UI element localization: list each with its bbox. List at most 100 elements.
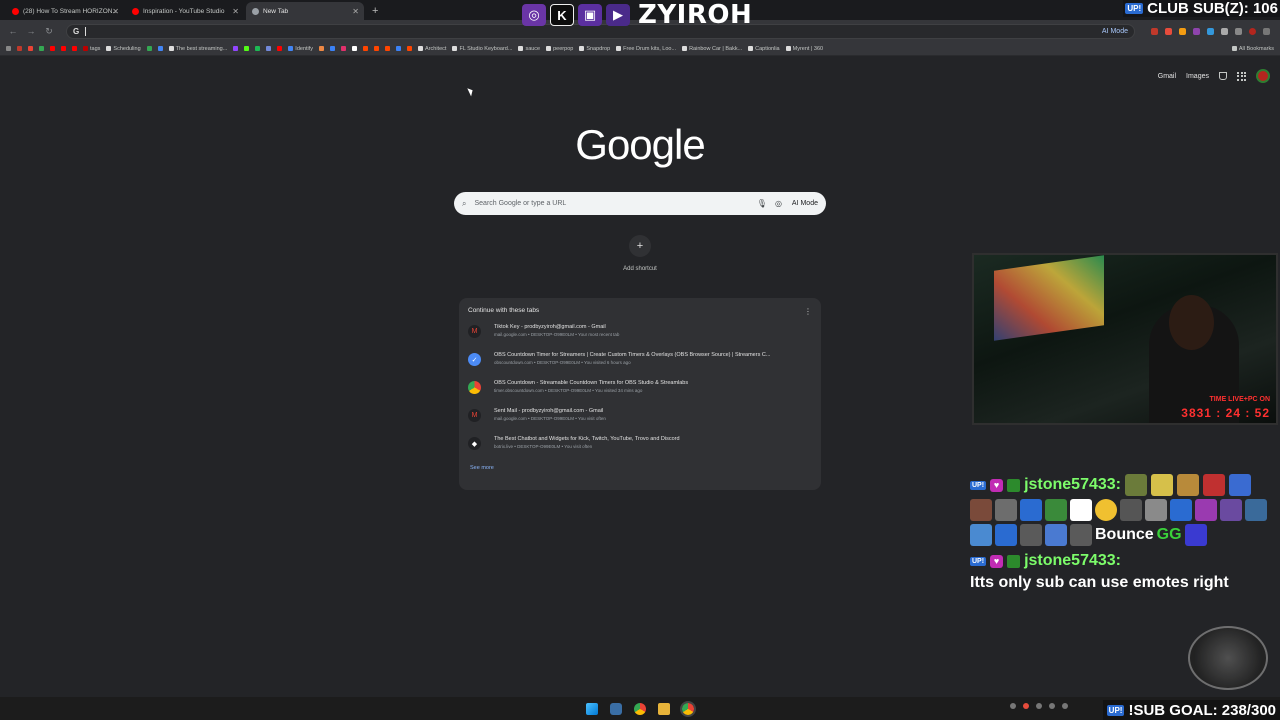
list-item[interactable]: ✓ OBS Countdown Timer for Streamers | Cr… [468, 352, 812, 380]
bookmark-label: The best streaming... [175, 45, 228, 52]
bookmark[interactable]: The best streaming... [168, 45, 228, 52]
bookmark-icon [146, 46, 152, 51]
all-bookmarks[interactable]: All Bookmarks [1231, 46, 1274, 52]
bookmark[interactable] [363, 46, 369, 51]
bookmark[interactable] [266, 46, 272, 51]
bookmark[interactable] [244, 46, 250, 51]
bookmark[interactable]: Free Drum kits, Loo... [616, 46, 676, 52]
globe-icon [518, 46, 524, 51]
close-icon[interactable]: ✕ [352, 7, 359, 16]
list-item[interactable]: M Tiktok Key - prodbyzyiroh@gmail.com - … [468, 324, 812, 352]
lens-icon[interactable]: ◎ [775, 199, 782, 208]
bookmark[interactable] [277, 46, 283, 51]
extension-icon[interactable] [1151, 27, 1158, 35]
labs-icon[interactable] [1219, 72, 1227, 80]
forward-icon[interactable]: → [24, 24, 38, 38]
tab-3[interactable]: New Tab ✕ [246, 2, 364, 20]
bookmark[interactable]: tags [83, 46, 100, 52]
new-tab-button[interactable]: + [372, 2, 378, 20]
task-view-icon[interactable] [610, 702, 622, 715]
windows-start-icon[interactable] [586, 702, 598, 715]
bookmark[interactable] [28, 46, 33, 51]
bookmark[interactable]: Snapdrop [579, 46, 610, 52]
plus-icon[interactable]: + [629, 235, 651, 257]
search-input[interactable]: Search Google or type a URL [474, 200, 748, 207]
bookmark[interactable] [341, 46, 347, 51]
bookmark-icon [418, 46, 424, 51]
tray-icon[interactable] [1036, 703, 1042, 709]
gmail-link[interactable]: Gmail [1158, 73, 1176, 80]
sub-goal-counter: UP! !SUB GOAL: 238/300 [1102, 700, 1280, 720]
ai-mode-button[interactable]: AI Mode [1102, 28, 1128, 35]
mouse-cursor-icon [467, 86, 475, 97]
tray-icon[interactable] [1049, 703, 1055, 709]
microphone-icon[interactable]: 🎙 [757, 199, 767, 208]
close-icon[interactable]: ✕ [112, 7, 119, 16]
tray-icon[interactable] [1062, 703, 1068, 709]
apps-grid-icon[interactable] [1237, 71, 1246, 81]
see-more-link[interactable]: See more [470, 465, 812, 471]
images-link[interactable]: Images [1186, 73, 1209, 80]
extension-icon[interactable] [1193, 27, 1200, 35]
file-explorer-icon[interactable] [658, 702, 670, 715]
extensions-puzzle-icon[interactable] [1221, 27, 1228, 35]
extension-icon[interactable] [1165, 27, 1172, 35]
emote-icon [970, 524, 992, 546]
bookmark[interactable] [50, 46, 55, 51]
bookmark[interactable] [255, 46, 261, 51]
emote-icon [1020, 499, 1042, 521]
bookmark[interactable] [17, 46, 22, 51]
extension-icon[interactable] [1179, 27, 1186, 35]
avatar[interactable] [1249, 27, 1256, 35]
list-item[interactable]: OBS Countdown - Streamable Countdown Tim… [468, 380, 812, 408]
bookmark[interactable] [396, 46, 402, 51]
bookmark[interactable]: Scheduling [106, 46, 141, 52]
back-icon[interactable]: ← [6, 24, 20, 38]
tray-icon[interactable] [1023, 703, 1029, 709]
bookmark[interactable] [39, 46, 44, 51]
bookmark[interactable] [72, 46, 77, 51]
tab-2[interactable]: Inspiration - YouTube Studio ✕ [126, 2, 244, 20]
bookmark[interactable]: peerpop [546, 46, 573, 52]
youtube-icon [12, 7, 19, 15]
search-box[interactable]: ⌕ Search Google or type a URL 🎙 ◎ AI Mod… [454, 192, 826, 215]
close-icon[interactable]: ✕ [232, 7, 239, 16]
bookmark[interactable] [146, 46, 152, 51]
bookmark[interactable] [61, 46, 66, 51]
emote-icon [1170, 499, 1192, 521]
bookmark[interactable] [407, 46, 413, 51]
extension-icon[interactable] [1207, 27, 1214, 35]
bookmark[interactable]: Rainbow Car | Bakk... [682, 46, 742, 52]
emote-icon [1045, 499, 1067, 521]
globe-icon [546, 46, 552, 51]
tab-1[interactable]: (28) How To Stream HORIZON... ✕ [6, 2, 124, 20]
bookmark[interactable]: Identify [288, 46, 313, 52]
bookmark[interactable]: sauce [518, 46, 540, 52]
bookmark[interactable] [319, 46, 325, 51]
bookmark[interactable] [385, 46, 391, 51]
item-title: OBS Countdown Timer for Streamers | Crea… [494, 352, 771, 358]
add-shortcut[interactable]: + Add shortcut [610, 235, 670, 272]
ai-mode-button[interactable]: AI Mode [792, 200, 818, 207]
more-vert-icon[interactable]: ⋮ [804, 307, 812, 316]
menu-icon[interactable] [1263, 27, 1270, 35]
chrome-icon[interactable] [634, 702, 646, 715]
bookmark[interactable]: Captionlia [748, 46, 780, 52]
chrome-active-icon[interactable] [680, 700, 696, 717]
bookmark[interactable]: Myrent | 360 [785, 46, 823, 52]
bookmark[interactable]: Architect [418, 46, 446, 52]
bookmark[interactable] [352, 46, 358, 51]
extensions-bar [1151, 27, 1270, 35]
reload-icon[interactable]: ↻ [42, 24, 56, 38]
bookmark[interactable] [330, 46, 336, 51]
list-item[interactable]: M Sent Mail - prodbyzyiroh@gmail.com - G… [468, 408, 812, 436]
bookmark[interactable] [157, 46, 163, 51]
tray-icon[interactable] [1010, 703, 1016, 709]
profile-icon[interactable] [1235, 27, 1242, 35]
bookmark[interactable] [6, 46, 11, 51]
list-item[interactable]: ◆ The Best Chatbot and Widgets for Kick,… [468, 436, 812, 464]
bookmark[interactable] [374, 46, 380, 51]
avatar[interactable] [1256, 69, 1270, 83]
bookmark[interactable] [233, 46, 239, 51]
bookmark[interactable]: FL Studio Keyboard... [452, 46, 512, 52]
